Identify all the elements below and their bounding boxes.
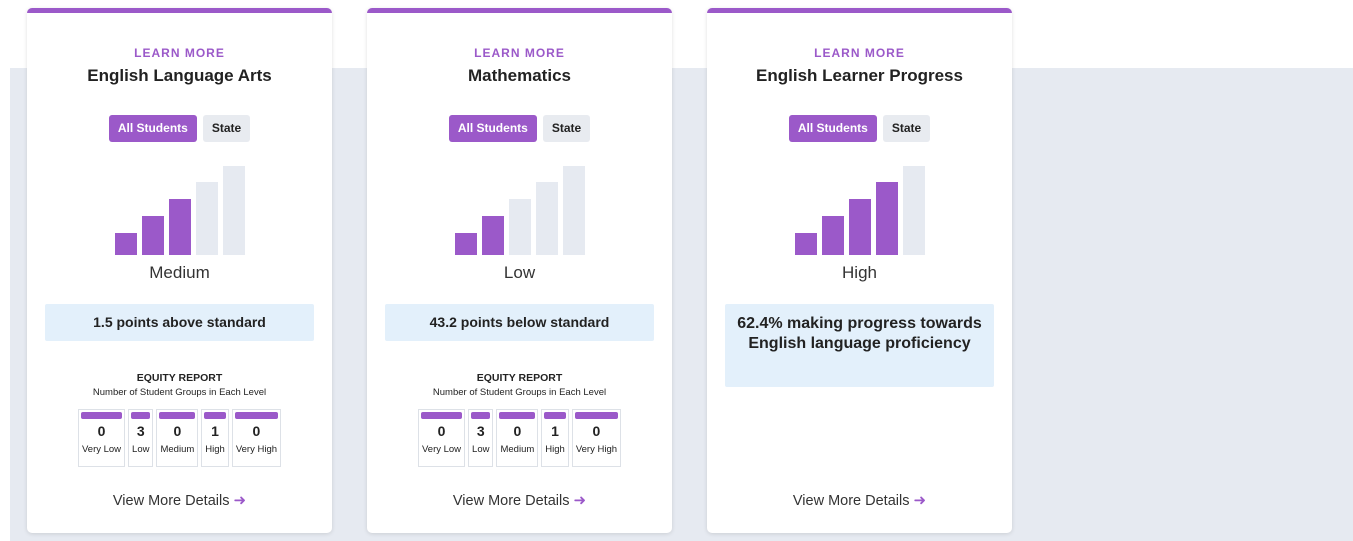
equity-label: High <box>545 444 565 455</box>
state-button[interactable]: State <box>202 115 251 142</box>
equity-count: 0 <box>592 423 601 439</box>
equity-label: Very Low <box>421 444 462 455</box>
performance-level-label: High <box>842 263 877 282</box>
card-title: English Learner Progress <box>756 66 963 85</box>
equity-cell-high: 1 High <box>541 409 569 467</box>
level-bar-2 <box>481 216 504 255</box>
equity-bar <box>131 412 151 419</box>
equity-count: 0 <box>437 423 446 439</box>
level-bar-4 <box>535 182 558 255</box>
equity-bar <box>420 412 463 419</box>
equity-bar <box>234 412 279 419</box>
equity-cell-very-low: 0 Very Low <box>77 409 126 467</box>
equity-report-title: EQUITY REPORT <box>476 372 563 384</box>
equity-label: High <box>205 444 225 455</box>
student-group-toggle: All Students State <box>707 115 1012 142</box>
performance-level-bars <box>367 166 672 255</box>
performance-level-bars <box>27 166 332 255</box>
equity-report-row: 0 Very Low 3 Low 0 Medium 1 High 0 Very High <box>27 409 332 467</box>
view-more-details-link[interactable]: View More Details ➜ <box>707 491 1012 509</box>
all-students-button[interactable]: All Students <box>788 115 877 142</box>
level-bar-3 <box>848 199 871 255</box>
level-bar-3 <box>508 199 531 255</box>
equity-label: Very High <box>235 444 278 455</box>
equity-count: 1 <box>211 423 219 439</box>
equity-bar <box>499 412 536 419</box>
level-bar-5 <box>562 166 585 255</box>
student-group-toggle: All Students State <box>27 115 332 142</box>
learn-more-link[interactable]: LEARN MORE <box>707 46 1012 60</box>
equity-cell-low: 3 Low <box>468 409 494 467</box>
equity-label: Low <box>132 444 150 455</box>
view-more-label[interactable]: View More Details <box>113 493 230 509</box>
equity-cell-very-high: 0 Very High <box>231 409 282 467</box>
equity-cell-very-high: 0 Very High <box>571 409 622 467</box>
arrow-right-icon[interactable]: ➜ <box>914 492 927 509</box>
level-bar-3 <box>168 199 191 255</box>
view-more-details-link[interactable]: View More Details ➜ <box>27 491 332 509</box>
performance-level-label: Medium <box>149 263 210 282</box>
equity-report-subtitle: Number of Student Groups in Each Level <box>92 387 267 398</box>
status-box: 43.2 points below standard <box>385 304 654 341</box>
equity-label: Very Low <box>81 444 122 455</box>
level-bar-5 <box>222 166 245 255</box>
indicator-card-elp: LEARN MORE English Learner Progress All … <box>707 8 1012 533</box>
level-bar-1 <box>794 233 817 255</box>
state-button[interactable]: State <box>882 115 931 142</box>
equity-cell-very-low: 0 Very Low <box>417 409 466 467</box>
level-bar-5 <box>902 166 925 255</box>
equity-bar <box>544 412 566 419</box>
equity-cell-low: 3 Low <box>128 409 154 467</box>
card-title: English Language Arts <box>87 66 272 85</box>
level-bar-2 <box>821 216 844 255</box>
all-students-button[interactable]: All Students <box>108 115 197 142</box>
equity-bar <box>574 412 619 419</box>
equity-label: Medium <box>500 444 535 455</box>
equity-label: Medium <box>160 444 195 455</box>
level-bar-2 <box>141 216 164 255</box>
performance-level-bars <box>707 166 1012 255</box>
indicator-card-ela: LEARN MORE English Language Arts All Stu… <box>27 8 332 533</box>
indicator-card-math: LEARN MORE Mathematics All Students Stat… <box>367 8 672 533</box>
student-group-toggle: All Students State <box>367 115 672 142</box>
equity-count: 3 <box>136 423 145 439</box>
equity-count: 0 <box>173 423 182 439</box>
equity-count: 0 <box>97 423 106 439</box>
level-bar-1 <box>454 233 477 255</box>
arrow-right-icon[interactable]: ➜ <box>574 492 587 509</box>
learn-more-link[interactable]: LEARN MORE <box>367 46 672 60</box>
view-more-label[interactable]: View More Details <box>793 493 910 509</box>
all-students-button[interactable]: All Students <box>448 115 537 142</box>
status-box: 62.4% making progress towards English la… <box>725 304 994 387</box>
equity-count: 1 <box>551 423 559 439</box>
level-bar-1 <box>114 233 137 255</box>
level-bar-4 <box>195 182 218 255</box>
equity-count: 0 <box>513 423 522 439</box>
equity-report-title: EQUITY REPORT <box>136 372 223 384</box>
equity-cell-high: 1 High <box>201 409 229 467</box>
equity-report-subtitle: Number of Student Groups in Each Level <box>432 387 607 398</box>
equity-label: Very High <box>575 444 618 455</box>
equity-count: 3 <box>476 423 485 439</box>
view-more-details-link[interactable]: View More Details ➜ <box>367 491 672 509</box>
state-button[interactable]: State <box>542 115 591 142</box>
equity-bar <box>471 412 491 419</box>
view-more-label[interactable]: View More Details <box>453 493 570 509</box>
equity-bar <box>159 412 196 419</box>
equity-cell-medium: 0 Medium <box>156 409 199 467</box>
card-title: Mathematics <box>468 66 571 85</box>
arrow-right-icon[interactable]: ➜ <box>234 492 247 509</box>
equity-bar <box>204 412 226 419</box>
status-box: 1.5 points above standard <box>45 304 314 341</box>
performance-level-label: Low <box>503 263 536 282</box>
learn-more-link[interactable]: LEARN MORE <box>27 46 332 60</box>
level-bar-4 <box>875 182 898 255</box>
equity-report-row: 0 Very Low 3 Low 0 Medium 1 High 0 Very High <box>367 409 672 467</box>
equity-bar <box>80 412 123 419</box>
equity-label: Low <box>472 444 490 455</box>
equity-count: 0 <box>252 423 261 439</box>
equity-cell-medium: 0 Medium <box>496 409 539 467</box>
